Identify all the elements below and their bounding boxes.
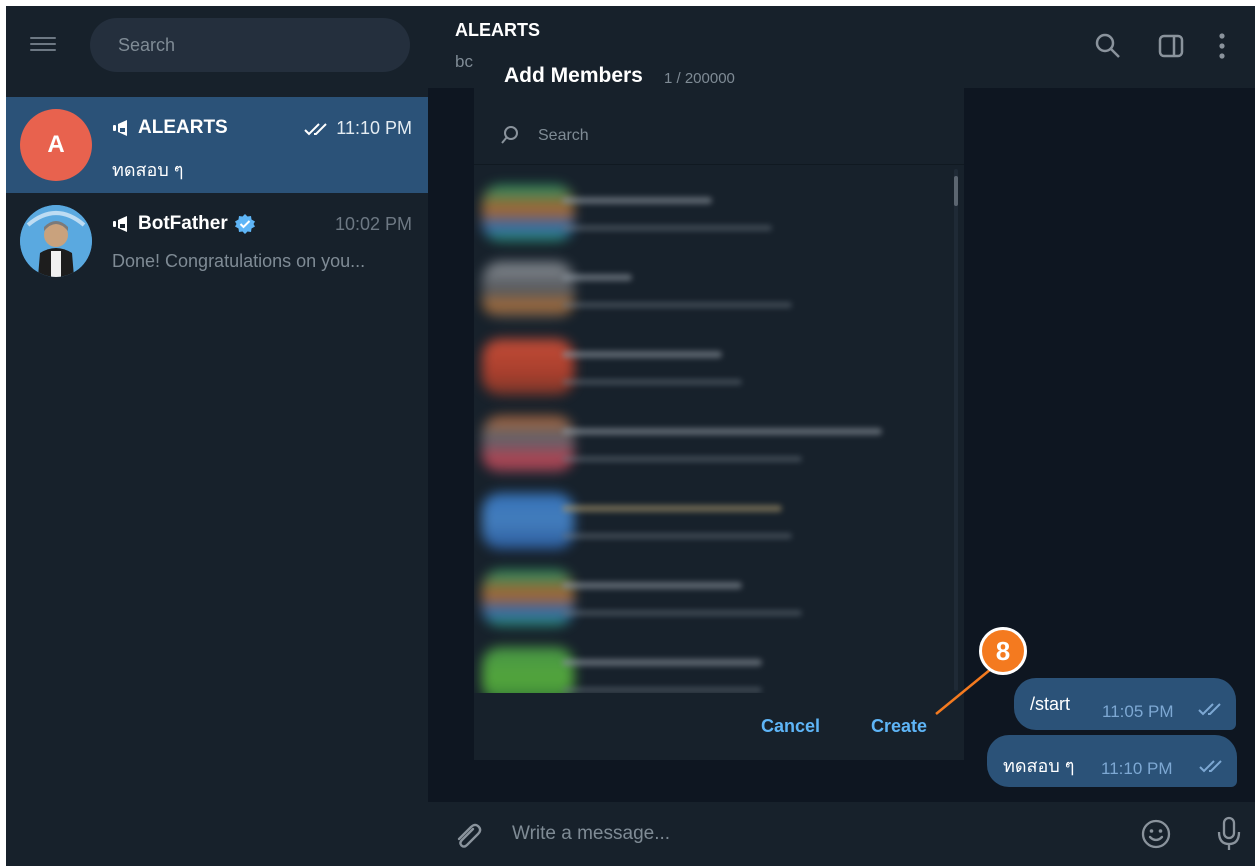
message-text: /start: [1030, 694, 1071, 714]
sidebar-toggle-icon[interactable]: [1157, 32, 1185, 60]
more-vertical-icon[interactable]: [1218, 32, 1226, 60]
member-search-input[interactable]: [536, 126, 920, 146]
member-row[interactable]: [482, 337, 942, 401]
chat-name-text: ALEARTS: [138, 117, 228, 138]
create-button[interactable]: Create: [871, 716, 927, 737]
member-name-blurred: [562, 582, 742, 589]
message-text: ทดสอบ ๆ: [1003, 756, 1075, 776]
sidebar-search: [90, 18, 410, 72]
step-number: 8: [995, 635, 1011, 666]
chat-time: 10:02 PM: [334, 214, 412, 234]
message-input[interactable]: [510, 822, 1114, 846]
member-row[interactable]: [482, 645, 942, 693]
chat-name-text: BotFather: [138, 213, 228, 234]
double-check-icon: [304, 123, 327, 136]
member-count: 1 / 200000: [664, 70, 735, 87]
chat-item-alearts[interactable]: A ALEARTS 11:10 PM ทดสอบ ๆ: [6, 97, 428, 193]
member-name-blurred: [562, 197, 712, 204]
channel-megaphone-icon: [113, 120, 127, 136]
avatar: A: [20, 109, 92, 181]
member-row[interactable]: [482, 183, 942, 247]
message-time: 11:10 PM: [1101, 759, 1173, 778]
chat-title[interactable]: ALEARTS: [455, 20, 540, 41]
double-check-icon: [1198, 703, 1221, 716]
add-members-dialog: Add Members 1 / 200000 Search Cancel Cre…: [474, 44, 964, 760]
chat-subtitle: bc: [455, 52, 473, 71]
chat-time-text: 11:10 PM: [336, 118, 412, 138]
dialog-search: [474, 108, 964, 165]
avatar: [482, 339, 574, 395]
member-status-blurred: [562, 379, 742, 385]
member-row[interactable]: [482, 414, 942, 478]
avatar: [482, 262, 574, 318]
chat-time: 11:10 PM: [304, 118, 412, 139]
sidebar: A ALEARTS 11:10 PM ทดสอบ ๆ: [6, 6, 428, 866]
sidebar-search-input[interactable]: [116, 34, 400, 57]
avatar: [20, 205, 92, 277]
chat-item-botfather[interactable]: BotFather 10:02 PM Done! Congratulations…: [6, 193, 428, 289]
member-status-blurred: [562, 456, 802, 462]
member-list: [474, 165, 964, 693]
member-row[interactable]: [482, 260, 942, 324]
chat-name: BotFather: [112, 213, 256, 235]
search-icon: [501, 126, 518, 144]
step-number-badge: 8: [979, 627, 1027, 675]
member-name-blurred: [562, 351, 722, 358]
hamburger-menu-icon[interactable]: [28, 33, 58, 57]
avatar: [482, 416, 574, 472]
message-bubble[interactable]: /start 11:05 PM: [1014, 678, 1236, 730]
member-status-blurred: [562, 225, 772, 231]
avatar: [482, 570, 574, 626]
member-row[interactable]: [482, 568, 942, 632]
member-name-blurred: [562, 274, 632, 281]
avatar-letter: A: [47, 131, 65, 158]
member-status-blurred: [562, 687, 762, 693]
member-status-blurred: [562, 610, 802, 616]
member-status-blurred: [562, 302, 792, 308]
cancel-button[interactable]: Cancel: [761, 716, 820, 737]
member-name-blurred: [562, 428, 882, 435]
emoji-icon[interactable]: [1140, 818, 1172, 850]
member-name-blurred: [562, 505, 782, 512]
chat-preview: ทดสอบ ๆ: [112, 160, 184, 180]
chat-name: ALEARTS: [112, 117, 228, 139]
scrollbar-thumb[interactable]: [954, 176, 958, 206]
member-status-blurred: [562, 533, 792, 539]
double-check-icon: [1199, 760, 1222, 773]
avatar: [482, 493, 574, 549]
member-row[interactable]: [482, 491, 942, 555]
message-time: 11:05 PM: [1102, 702, 1174, 721]
message-bubble[interactable]: ทดสอบ ๆ 11:10 PM: [987, 735, 1237, 787]
scrollbar-track[interactable]: [954, 169, 958, 691]
dialog-title: Add Members: [504, 64, 643, 87]
paperclip-icon[interactable]: [452, 820, 482, 850]
member-name-blurred: [562, 659, 762, 666]
chat-preview: Done! Congratulations on you...: [112, 251, 366, 271]
channel-megaphone-icon: [113, 216, 127, 232]
botfather-avatar-icon: [20, 205, 92, 277]
telegram-window: A ALEARTS 11:10 PM ทดสอบ ๆ: [6, 6, 1255, 866]
verified-badge-icon: [234, 214, 255, 234]
microphone-icon[interactable]: [1216, 816, 1242, 852]
avatar: [482, 185, 574, 241]
message-composer: [428, 802, 1255, 866]
search-icon[interactable]: [1094, 32, 1122, 60]
avatar: [482, 647, 574, 693]
